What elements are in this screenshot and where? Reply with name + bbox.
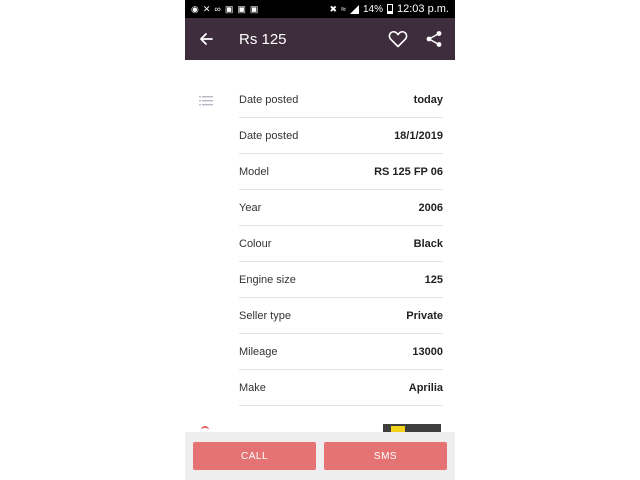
facebook-icon: ▣ (224, 3, 234, 14)
page-title: Rs 125 (239, 30, 287, 48)
wifi-icon: ≈ (341, 3, 346, 14)
detail-value: Private (406, 309, 443, 322)
share-icon (426, 31, 442, 47)
detail-label: Model (239, 165, 269, 178)
heart-icon (388, 30, 408, 48)
detail-row-date-posted: Date posted 18/1/2019 (239, 118, 443, 154)
status-icons-right: ✖ ≈ 14% 12:03 p.m. (330, 3, 450, 15)
appbar-actions (387, 28, 455, 50)
detail-row-seller-type: Seller type Private (239, 298, 443, 334)
detail-row-colour: Colour Black (239, 226, 443, 262)
detail-label: Date posted (239, 93, 299, 106)
facebook-icon: ▣ (249, 3, 259, 14)
action-bar: CALL SMS (185, 432, 455, 480)
battery-level: 14% (363, 3, 384, 15)
detail-label: Make (239, 381, 266, 394)
detail-row-date-posted: Date posted today (239, 82, 443, 118)
facebook-icon: ▣ (237, 3, 246, 14)
detail-value: RS 125 FP 06 (374, 165, 443, 178)
back-button[interactable] (185, 18, 227, 60)
detail-value: Black (413, 237, 443, 250)
status-icons-left: ◉ ✕ ∞ ▣ ▣ ▣ (191, 3, 259, 14)
share-button[interactable] (423, 28, 445, 50)
list-icon (199, 96, 213, 106)
detail-value: 13000 (412, 345, 443, 358)
detail-row-mileage: Mileage 13000 (239, 334, 443, 370)
detail-label: Engine size (239, 273, 296, 286)
detail-row-make: Make Aprilia (239, 370, 443, 406)
favorite-button[interactable] (387, 28, 409, 50)
detail-label: Seller type (239, 309, 291, 322)
messenger-icon: ◉ (191, 3, 199, 14)
mute-icon: ✖ (329, 3, 338, 14)
detail-value: 2006 (418, 201, 443, 214)
detail-value: 18/1/2019 (394, 129, 443, 142)
details-content: Date posted today Date posted 18/1/2019 … (185, 60, 455, 432)
detail-row-year: Year 2006 (239, 190, 443, 226)
sms-button[interactable]: SMS (324, 442, 447, 470)
app-bar: Rs 125 (185, 18, 455, 60)
detail-list: Date posted today Date posted 18/1/2019 … (239, 82, 443, 406)
detail-row-model: Model RS 125 FP 06 (239, 154, 443, 190)
banner-image-partial (383, 424, 441, 432)
detail-row-engine-size: Engine size 125 (239, 262, 443, 298)
status-bar: ◉ ✕ ∞ ▣ ▣ ▣ ✖ ≈ 14% 12:03 p.m. (185, 0, 455, 18)
tools-icon: ✕ (202, 3, 211, 14)
battery-icon (387, 4, 394, 14)
infinity-icon: ∞ (214, 3, 221, 14)
back-arrow-icon (200, 33, 213, 45)
detail-label: Colour (239, 237, 272, 250)
signal-icon (350, 4, 359, 14)
detail-label: Mileage (239, 345, 278, 358)
detail-value: Aprilia (408, 381, 443, 394)
detail-value: 125 (424, 273, 443, 286)
phone-screen: ◉ ✕ ∞ ▣ ▣ ▣ ✖ ≈ 14% 12:03 p.m. Rs 125 Da… (185, 0, 455, 480)
call-button[interactable]: CALL (193, 442, 316, 470)
detail-value: today (413, 93, 443, 106)
clock: 12:03 p.m. (397, 3, 449, 15)
detail-label: Date posted (239, 129, 299, 142)
detail-label: Year (239, 201, 262, 214)
